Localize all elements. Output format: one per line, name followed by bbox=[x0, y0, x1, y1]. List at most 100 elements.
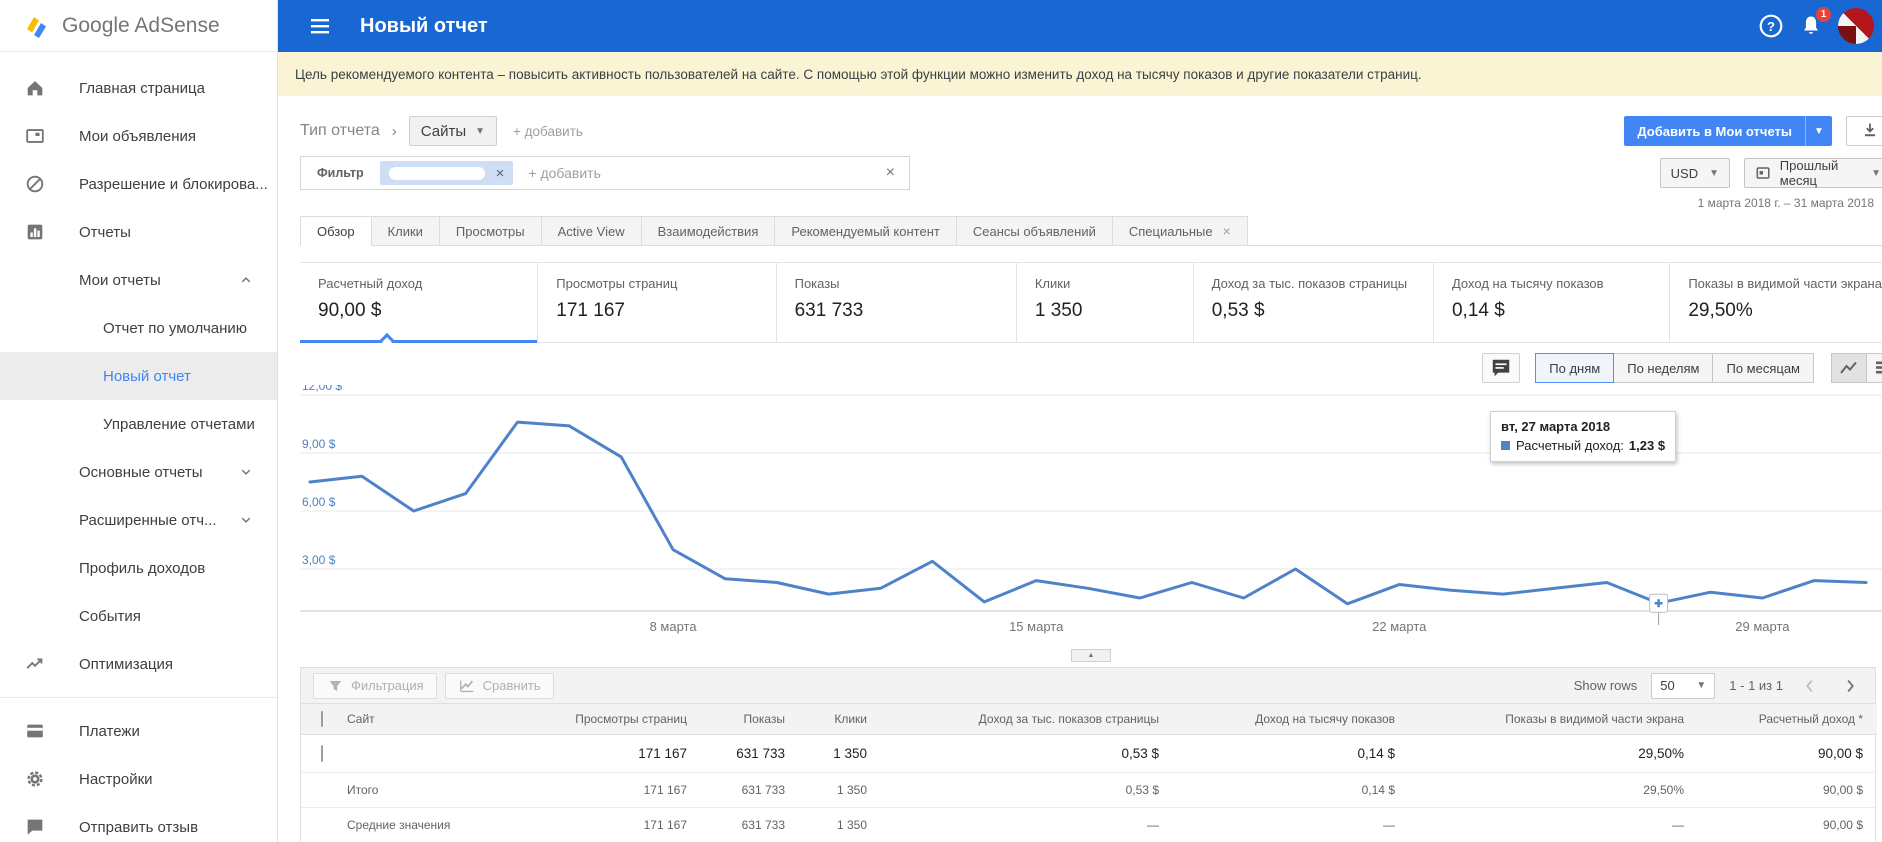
line-chart-icon bbox=[1840, 361, 1857, 374]
column-header[interactable]: Расчетный доход * bbox=[1698, 704, 1877, 735]
table-cell: 90,00 $ bbox=[1698, 772, 1877, 808]
select-all-checkbox[interactable] bbox=[321, 710, 323, 727]
annotations-button[interactable] bbox=[1482, 353, 1521, 383]
metric-card-4[interactable]: Клики 1 350 bbox=[1017, 263, 1194, 342]
date-range-text: 1 марта 2018 г. – 31 марта 2018 bbox=[1697, 196, 1874, 210]
bar-chart-button[interactable] bbox=[1866, 353, 1882, 383]
line-chart-button[interactable] bbox=[1831, 353, 1867, 383]
sidebar-item-отчет-по-умолчанию[interactable]: Отчет по умолчанию bbox=[0, 304, 277, 352]
svg-text:29 марта: 29 марта bbox=[1735, 619, 1790, 634]
chevron-down-icon bbox=[237, 463, 255, 481]
report-table-panel: Фильтрация Сравнить Show rows 50 ▼ 1 - 1… bbox=[300, 667, 1877, 842]
tab-label: Обзор bbox=[317, 223, 355, 239]
add-to-my-reports-button[interactable]: Добавить в Мои отчеты ▼ bbox=[1624, 116, 1832, 146]
filter-bar[interactable]: Фильтр × + добавить × bbox=[300, 156, 910, 190]
sidebar-item-платежи[interactable]: Платежи bbox=[0, 707, 277, 755]
sidebar-item-главная-страница[interactable]: Главная страница bbox=[0, 64, 277, 112]
tab-клики[interactable]: Клики bbox=[371, 216, 440, 246]
table-compare-label: Сравнить bbox=[482, 678, 541, 693]
tab-взаимодействия[interactable]: Взаимодействия bbox=[641, 216, 776, 246]
hamburger-menu-icon[interactable] bbox=[308, 14, 332, 38]
granularity-button-по-дням[interactable]: По дням bbox=[1535, 353, 1615, 383]
report-type-dropdown[interactable]: Сайты ▼ bbox=[408, 116, 498, 146]
filter-chip[interactable]: × bbox=[379, 161, 514, 185]
add-to-my-reports-caret[interactable]: ▼ bbox=[1805, 116, 1832, 146]
column-header[interactable]: Просмотры страниц bbox=[521, 704, 701, 735]
add-report-type-link[interactable]: + добавить bbox=[513, 124, 583, 139]
previous-page-button[interactable] bbox=[1797, 673, 1823, 699]
sidebar-item-управление-отчетами[interactable]: Управление отчетами bbox=[0, 400, 277, 448]
logo-text: Google AdSense bbox=[62, 13, 220, 37]
filter-add-placeholder[interactable]: + добавить bbox=[528, 165, 871, 181]
table-cell: 171 167 bbox=[643, 817, 687, 832]
sidebar-item-мои-объявления[interactable]: Мои объявления bbox=[0, 112, 277, 160]
tab-обзор[interactable]: Обзор bbox=[300, 216, 372, 246]
metric-card-2[interactable]: Просмотры страниц 171 167 bbox=[538, 263, 777, 342]
sidebar-item-расширенные-отч-[interactable]: Расширенные отч... bbox=[0, 496, 277, 544]
download-button[interactable]: ▼ bbox=[1846, 116, 1882, 146]
sidebar-item-отчеты[interactable]: Отчеты bbox=[0, 208, 277, 256]
sidebar-item-отправить-отзыв[interactable]: Отправить отзыв bbox=[0, 803, 277, 842]
metric-card-7[interactable]: Показы в видимой части экрана 29,50% bbox=[1670, 263, 1882, 342]
filter-clear-icon[interactable]: × bbox=[872, 164, 909, 182]
currency-dropdown[interactable]: USD ▼ bbox=[1659, 158, 1730, 188]
column-header[interactable]: Сайт bbox=[337, 704, 521, 735]
sidebar-item-label: События bbox=[79, 607, 141, 625]
table-cell: — bbox=[1383, 817, 1395, 832]
tab-active-view[interactable]: Active View bbox=[541, 216, 642, 246]
metric-card-5[interactable]: Доход за тыс. показов страницы 0,53 $ bbox=[1194, 263, 1434, 342]
home-icon bbox=[24, 77, 46, 99]
banner-text: Цель рекомендуемого контента – повысить … bbox=[295, 66, 1422, 82]
metric-card-1[interactable]: Расчетный доход 90,00 $ bbox=[300, 263, 539, 348]
tab-специальные[interactable]: Специальные × bbox=[1112, 216, 1248, 246]
sidebar-item-разрешение-и-блокирова-[interactable]: Разрешение и блокирова... bbox=[0, 160, 277, 208]
granularity-button-по-неделям[interactable]: По неделям bbox=[1613, 353, 1714, 383]
tab-сеансы-объявлений[interactable]: Сеансы объявлений bbox=[956, 216, 1113, 246]
page-size-dropdown[interactable]: 50 ▼ bbox=[1651, 672, 1716, 699]
svg-text:22 марта: 22 марта bbox=[1372, 619, 1427, 634]
table-cell: 0,14 $ bbox=[1173, 772, 1409, 808]
tab-close-icon[interactable]: × bbox=[1223, 223, 1231, 239]
filter-chip-close-icon[interactable]: × bbox=[496, 166, 505, 181]
column-header[interactable]: Доход на тысячу показов bbox=[1173, 704, 1409, 735]
table-filter-button[interactable]: Фильтрация bbox=[313, 672, 437, 699]
metric-label: Доход на тысячу показов bbox=[1451, 276, 1604, 291]
comment-icon bbox=[1493, 359, 1510, 377]
metric-card-3[interactable]: Показы 631 733 bbox=[777, 263, 1017, 342]
metric-card-6[interactable]: Доход на тысячу показов 0,14 $ bbox=[1434, 263, 1671, 342]
column-header[interactable]: Доход за тыс. показов страницы bbox=[881, 704, 1173, 735]
sidebar-item-label: Профиль доходов bbox=[79, 559, 206, 577]
report-type-label: Тип отчета bbox=[300, 122, 380, 139]
table-cell: 1 350 bbox=[836, 817, 867, 832]
sidebar-item-мои-отчеты[interactable]: Мои отчеты bbox=[0, 256, 277, 304]
sidebar-item-label: Настройки bbox=[79, 770, 153, 788]
metric-value: 90,00 $ bbox=[318, 300, 382, 321]
sidebar-item-оптимизация[interactable]: Оптимизация bbox=[0, 640, 277, 688]
tab-просмотры[interactable]: Просмотры bbox=[439, 216, 542, 246]
metric-cards: Расчетный доход 90,00 $ Просмотры страниц… bbox=[300, 262, 1882, 348]
table-compare-button[interactable]: Сравнить bbox=[444, 672, 554, 699]
site-cell bbox=[337, 734, 521, 773]
sidebar-item-label: Управление отчетами bbox=[103, 415, 255, 433]
tooltip-date: вт, 27 марта 2018 bbox=[1501, 419, 1611, 434]
column-header[interactable]: Показы в видимой части экрана bbox=[1409, 704, 1698, 735]
table-header-checkbox-cell bbox=[301, 704, 337, 735]
row-checkbox[interactable] bbox=[321, 744, 323, 762]
column-header[interactable]: Клики bbox=[799, 704, 881, 735]
granularity-toggle: По дням По неделям По месяцам bbox=[1535, 353, 1814, 383]
collapse-chart-button[interactable]: ▲ bbox=[1071, 649, 1111, 662]
granularity-button-по-месяцам[interactable]: По месяцам bbox=[1712, 353, 1814, 383]
notifications-bell-icon[interactable]: 1 bbox=[1798, 6, 1832, 39]
column-header[interactable]: Показы bbox=[701, 704, 799, 735]
next-page-button[interactable] bbox=[1837, 673, 1863, 699]
sidebar-item-основные-отчеты[interactable]: Основные отчеты bbox=[0, 448, 277, 496]
sidebar-item-профиль-доходов[interactable]: Профиль доходов bbox=[0, 544, 277, 592]
help-icon[interactable]: ? bbox=[1758, 13, 1784, 39]
date-range-dropdown[interactable]: Прошлый месяц ▼ bbox=[1744, 158, 1882, 188]
sidebar-item-события[interactable]: События bbox=[0, 592, 277, 640]
sidebar-item-настройки[interactable]: Настройки bbox=[0, 755, 277, 803]
tab-рекомендуемый-контент[interactable]: Рекомендуемый контент bbox=[775, 216, 957, 246]
sidebar-item-новый-отчет[interactable]: Новый отчет bbox=[0, 352, 277, 400]
chart-type-toggle bbox=[1831, 353, 1882, 383]
avatar[interactable] bbox=[1838, 8, 1874, 44]
